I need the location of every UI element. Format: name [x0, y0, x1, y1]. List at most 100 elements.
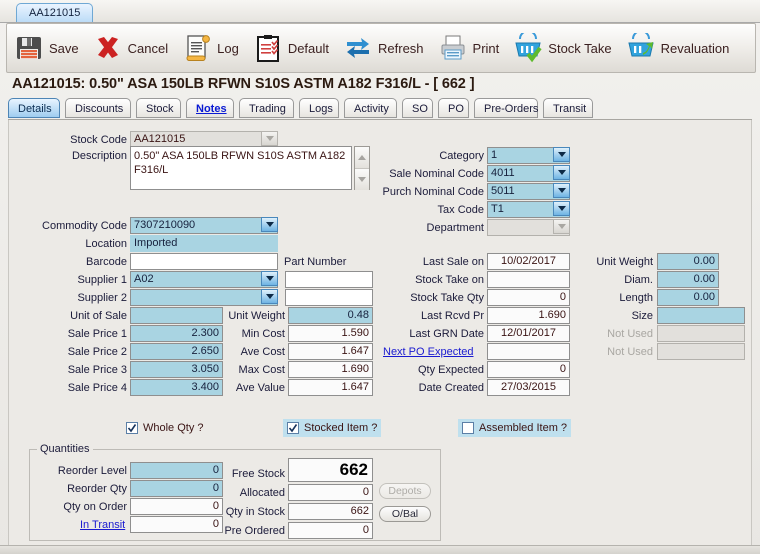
floppy-disk-icon [14, 33, 44, 63]
size-input[interactable] [657, 307, 745, 324]
not-used-2-label: Not Used [581, 344, 653, 360]
tab-po-label: PO [448, 103, 464, 115]
purch-nominal-code-dropdown-arrow[interactable] [553, 183, 570, 198]
last-sale-on-label: Last Sale on [379, 254, 484, 270]
stocked-item-checkbox[interactable]: Stocked Item ? [283, 419, 381, 437]
qty-expected-label: Qty Expected [379, 362, 484, 378]
max-cost-input[interactable]: 1.690 [288, 361, 373, 378]
purch-nominal-code-label: Purch Nominal Code [364, 184, 484, 200]
tab-trading-label: Trading [249, 103, 286, 115]
reorder-qty-input[interactable]: 0 [130, 480, 223, 497]
window-tab-bar: AA121015 [0, 0, 760, 23]
status-bar [0, 545, 760, 554]
supplier-1-label: Supplier 1 [49, 272, 127, 288]
stock-code-dropdown-arrow[interactable] [261, 131, 278, 146]
tab-so[interactable]: SO [402, 98, 433, 118]
log-button[interactable]: Log [175, 26, 246, 70]
location-label: Location [49, 236, 127, 252]
tab-stock[interactable]: Stock [136, 98, 181, 118]
tab-transit[interactable]: Transit [543, 98, 593, 118]
sale-price-4-input[interactable]: 3.400 [130, 379, 223, 396]
scroll-up-icon[interactable] [355, 147, 369, 169]
tax-code-label: Tax Code [379, 202, 484, 218]
tab-details[interactable]: Details [8, 98, 60, 118]
cancel-button[interactable]: Cancel [86, 26, 175, 70]
tab-logs[interactable]: Logs [299, 98, 339, 118]
log-label: Log [217, 41, 239, 56]
supplier-1-dropdown-arrow[interactable] [261, 271, 278, 286]
min-cost-input[interactable]: 1.590 [288, 325, 373, 342]
reorder-qty-label: Reorder Qty [49, 481, 127, 497]
unit-weight-right-input[interactable]: 0.00 [657, 253, 719, 270]
basket-check-icon [513, 33, 543, 63]
stocked-item-label: Stocked Item ? [304, 422, 377, 434]
depots-button[interactable]: Depots [379, 483, 431, 499]
sale-price-1-label: Sale Price 1 [34, 326, 127, 342]
department-dropdown-arrow[interactable] [553, 219, 570, 234]
assembled-item-checkbox[interactable]: Assembled Item ? [458, 419, 571, 437]
diam-input[interactable]: 0.00 [657, 271, 719, 288]
print-button[interactable]: Print [431, 26, 507, 70]
red-x-icon [93, 33, 123, 63]
tab-activity[interactable]: Activity [344, 98, 397, 118]
category-dropdown-arrow[interactable] [553, 147, 570, 162]
tab-pre-orders-label: Pre-Orders [484, 103, 538, 115]
reorder-level-input[interactable]: 0 [130, 462, 223, 479]
checkbox-checked-icon [126, 422, 138, 434]
stock-item-details-window: AA121015 Save [0, 0, 760, 554]
supplier-2-input[interactable] [130, 289, 278, 306]
whole-qty-checkbox[interactable]: Whole Qty ? [122, 419, 208, 437]
pre-ordered-value: 0 [288, 522, 373, 539]
not-used-1-input [657, 325, 745, 342]
supplier-1-input[interactable]: A02 [130, 271, 278, 288]
supplier-2-label: Supplier 2 [49, 290, 127, 306]
description-input[interactable]: 0.50" ASA 150LB RFWN S10S ASTM A182 F316… [130, 146, 352, 190]
in-transit-link[interactable]: In Transit [80, 517, 127, 533]
sale-price-2-input[interactable]: 2.650 [130, 343, 223, 360]
sale-price-3-input[interactable]: 3.050 [130, 361, 223, 378]
next-po-expected-link[interactable]: Next PO Expected [383, 344, 484, 360]
stock-take-qty-value: 0 [487, 289, 570, 306]
commodity-code-label: Commodity Code [31, 218, 127, 234]
refresh-button[interactable]: Refresh [336, 26, 431, 70]
checkbox-checked-icon [287, 422, 299, 434]
qty-on-order-value: 0 [130, 498, 223, 515]
stock-take-button[interactable]: Stock Take [506, 26, 618, 70]
scroll-icon [182, 33, 212, 63]
tab-po[interactable]: PO [438, 98, 469, 118]
unit-weight-right-label: Unit Weight [581, 254, 653, 270]
allocated-label: Allocated [217, 485, 285, 501]
commodity-code-dropdown-arrow[interactable] [261, 217, 278, 232]
part-number-label: Part Number [284, 254, 362, 270]
detail-tab-strip: Details Discounts Stock Notes Trading Lo… [8, 98, 752, 120]
sale-price-2-label: Sale Price 2 [34, 344, 127, 360]
sale-nominal-code-dropdown-arrow[interactable] [553, 165, 570, 180]
description-label: Description [49, 148, 127, 164]
last-rcvd-pr-value: 1.690 [487, 307, 570, 324]
sale-price-1-input[interactable]: 2.300 [130, 325, 223, 342]
default-button[interactable]: Default [246, 26, 336, 70]
part-number-input-1[interactable] [285, 271, 373, 288]
tab-notes[interactable]: Notes [186, 98, 234, 118]
tax-code-dropdown-arrow[interactable] [553, 201, 570, 216]
stock-code-label: Stock Code [49, 132, 127, 148]
revaluation-button[interactable]: Revaluation [619, 26, 737, 70]
unit-weight-mid-input[interactable]: 0.48 [288, 307, 373, 324]
ave-cost-input[interactable]: 1.647 [288, 343, 373, 360]
next-po-expected-value [487, 343, 570, 360]
refresh-label: Refresh [378, 41, 424, 56]
supplier-2-dropdown-arrow[interactable] [261, 289, 278, 304]
unit-of-sale-input[interactable] [130, 307, 223, 324]
part-number-input-2[interactable] [285, 289, 373, 306]
barcode-input[interactable] [130, 253, 278, 270]
save-button[interactable]: Save [7, 26, 86, 70]
commodity-code-input[interactable]: 7307210090 [130, 217, 278, 234]
ave-value-input[interactable]: 1.647 [288, 379, 373, 396]
window-tab-aa121015[interactable]: AA121015 [16, 3, 93, 22]
tab-trading[interactable]: Trading [239, 98, 294, 118]
obal-button[interactable]: O/Bal [379, 506, 431, 522]
tab-pre-orders[interactable]: Pre-Orders [474, 98, 538, 118]
page-title: AA121015: 0.50" ASA 150LB RFWN S10S ASTM… [12, 76, 474, 92]
length-input[interactable]: 0.00 [657, 289, 719, 306]
tab-discounts[interactable]: Discounts [65, 98, 131, 118]
